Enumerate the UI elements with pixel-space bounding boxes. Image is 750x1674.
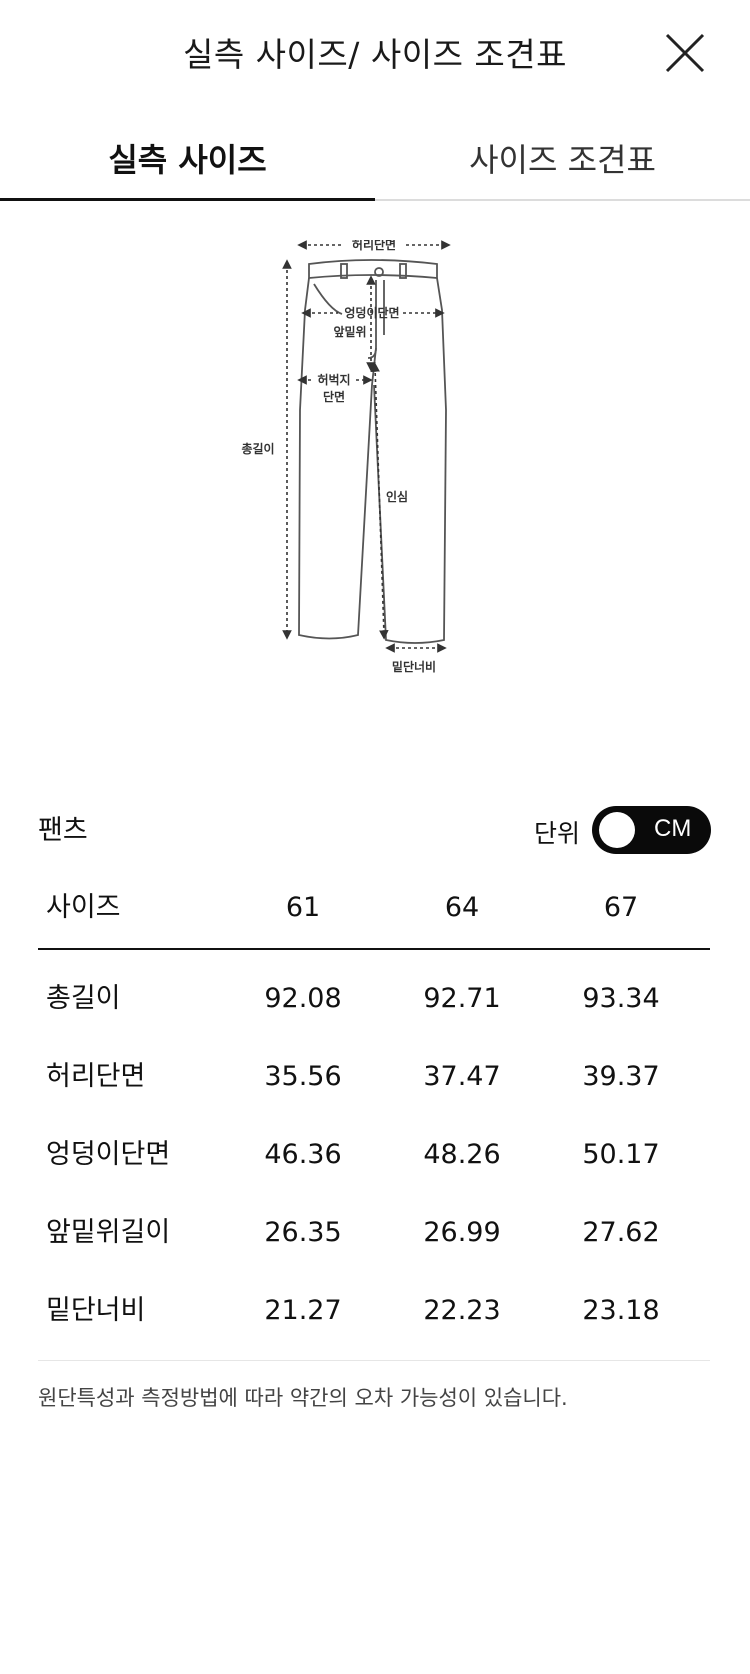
tab-divider — [375, 199, 750, 201]
table-row: 밑단너비 21.27 22.23 23.18 — [38, 1272, 710, 1350]
row-value: 22.23 — [423, 1295, 501, 1326]
diagram-label-hip: 엉덩이단면 — [344, 305, 399, 320]
row-value: 35.56 — [264, 1061, 342, 1092]
row-value: 92.08 — [264, 983, 342, 1014]
size-table: 사이즈 61 64 67 총길이 92.08 92.71 93.34 허리단면 … — [38, 868, 710, 1361]
diagram-label-inseam: 인심 — [386, 489, 408, 504]
unit-value: CM — [654, 815, 692, 842]
row-value: 93.34 — [582, 983, 660, 1014]
close-button[interactable] — [664, 32, 706, 74]
diagram-label-front-rise: 앞밑위 — [333, 324, 366, 339]
section-title: 팬츠 — [38, 815, 88, 846]
row-value: 27.62 — [582, 1217, 660, 1248]
row-value: 50.17 — [582, 1139, 660, 1170]
row-value: 48.26 — [423, 1139, 501, 1170]
table-header-size: 64 — [444, 892, 480, 923]
table-row: 엉덩이단면 46.36 48.26 50.17 — [38, 1116, 710, 1194]
pants-measurement-diagram: 허리단면 엉덩이단면 앞밑위 허벅지 단면 총길이 인심 밑단너비 — [0, 240, 750, 730]
row-label: 밑단너비 — [46, 1295, 146, 1326]
measurement-note: 원단특성과 측정방법에 따라 약간의 오차 가능성이 있습니다. — [38, 1386, 568, 1410]
table-header-label: 사이즈 — [46, 892, 121, 923]
row-value: 21.27 — [264, 1295, 342, 1326]
table-header-row: 사이즈 61 64 67 — [38, 868, 710, 948]
modal-header: 실측 사이즈/ 사이즈 조견표 — [0, 0, 750, 110]
diagram-label-total-length: 총길이 — [241, 441, 274, 456]
row-label: 앞밑위길이 — [46, 1217, 171, 1248]
diagram-label-thigh-line1: 허벅지 — [317, 372, 350, 387]
row-label: 엉덩이단면 — [46, 1139, 171, 1170]
table-row: 앞밑위길이 26.35 26.99 27.62 — [38, 1194, 710, 1272]
toggle-knob — [599, 812, 635, 848]
row-label: 총길이 — [46, 983, 121, 1014]
diagram-label-hem: 밑단너비 — [392, 659, 436, 674]
diagram-label-waist: 허리단면 — [352, 240, 396, 252]
table-header-size: 67 — [603, 892, 639, 923]
row-value: 39.37 — [582, 1061, 660, 1092]
row-label: 허리단면 — [46, 1061, 146, 1092]
table-header-divider — [38, 948, 710, 950]
pants-illustration: 허리단면 엉덩이단면 앞밑위 허벅지 단면 총길이 인심 밑단너비 — [241, 240, 451, 674]
unit-label: 단위 — [534, 819, 581, 848]
table-header-size: 61 — [285, 892, 321, 923]
row-value: 92.71 — [423, 983, 501, 1014]
tab-size-chart[interactable]: 사이즈 조견표 — [375, 120, 750, 200]
row-value: 26.35 — [264, 1217, 342, 1248]
page-title: 실측 사이즈/ 사이즈 조견표 — [182, 35, 568, 74]
close-icon — [665, 33, 705, 73]
row-value: 37.47 — [423, 1061, 501, 1092]
diagram-label-thigh-line2: 단면 — [323, 389, 345, 404]
unit-toggle[interactable]: CM — [592, 806, 711, 854]
table-footer-divider — [38, 1360, 710, 1361]
row-value: 26.99 — [423, 1217, 501, 1248]
active-tab-indicator — [0, 198, 375, 201]
row-value: 23.18 — [582, 1295, 660, 1326]
table-row: 허리단면 35.56 37.47 39.37 — [38, 1038, 710, 1116]
tab-measured-size[interactable]: 실측 사이즈 — [0, 120, 375, 200]
tab-bar: 실측 사이즈 사이즈 조견표 — [0, 120, 750, 202]
table-row: 총길이 92.08 92.71 93.34 — [38, 960, 710, 1038]
row-value: 46.36 — [264, 1139, 342, 1170]
